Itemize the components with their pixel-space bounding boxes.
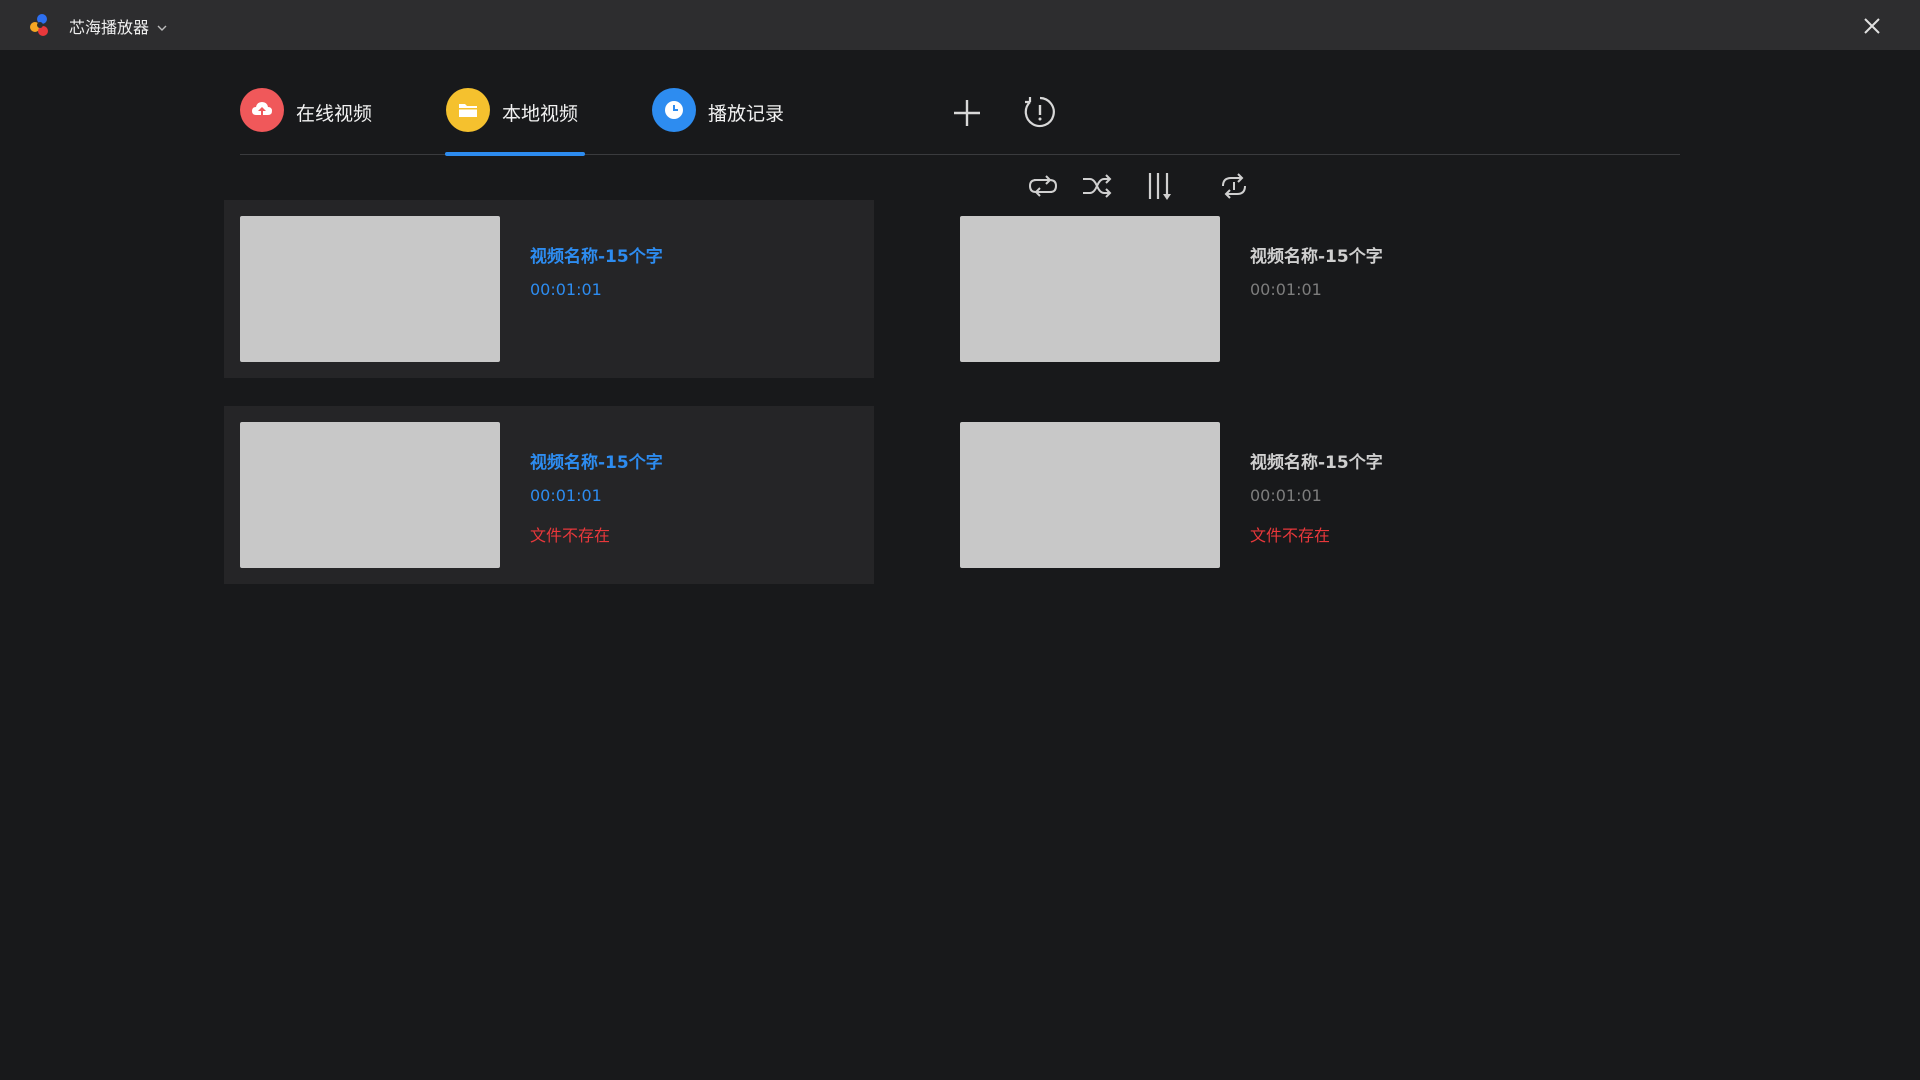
file-missing-status: 文件不存在 bbox=[1250, 526, 1331, 545]
chevron-down-icon[interactable] bbox=[156, 19, 168, 31]
tab-history-label: 播放记录 bbox=[708, 103, 785, 125]
video-name: 视频名称-15个字 bbox=[1250, 247, 1383, 267]
app-title[interactable]: 芯海播放器 bbox=[69, 14, 149, 38]
video-card[interactable]: 视频名称-15个字 00:01:01 文件不存在 bbox=[224, 406, 874, 584]
clock-icon bbox=[652, 88, 696, 132]
video-thumbnail[interactable] bbox=[960, 216, 1220, 362]
video-duration: 00:01:01 bbox=[530, 280, 602, 299]
active-tab-indicator bbox=[445, 152, 585, 156]
close-icon[interactable] bbox=[1858, 12, 1886, 40]
title-bar: 芯海播放器 bbox=[0, 0, 1920, 50]
plus-icon[interactable] bbox=[950, 96, 984, 130]
tab-play-history[interactable]: 播放记录 bbox=[652, 88, 784, 158]
tab-online-label: 在线视频 bbox=[296, 103, 373, 125]
tab-local-video[interactable]: 本地视频 bbox=[446, 88, 578, 158]
order-icon[interactable] bbox=[1145, 170, 1179, 202]
folder-icon bbox=[446, 88, 490, 132]
video-duration: 00:01:01 bbox=[1250, 280, 1322, 299]
video-name: 视频名称-15个字 bbox=[1250, 453, 1383, 473]
video-card[interactable]: 视频名称-15个字 00:01:01 bbox=[224, 200, 874, 378]
tab-online-video[interactable]: 在线视频 bbox=[240, 88, 372, 158]
video-name: 视频名称-15个字 bbox=[530, 247, 663, 267]
video-name: 视频名称-15个字 bbox=[530, 453, 663, 473]
video-thumbnail[interactable] bbox=[960, 422, 1220, 568]
video-duration: 00:01:01 bbox=[530, 486, 602, 505]
app-logo-icon bbox=[27, 12, 53, 38]
video-thumbnail[interactable] bbox=[240, 216, 500, 362]
video-card[interactable]: 视频名称-15个字 00:01:01 bbox=[944, 200, 1594, 378]
loop-icon[interactable] bbox=[1026, 170, 1060, 202]
cloud-upload-icon bbox=[240, 88, 284, 132]
file-missing-status: 文件不存在 bbox=[530, 526, 611, 545]
tab-local-label: 本地视频 bbox=[502, 103, 579, 125]
single-loop-icon[interactable] bbox=[1217, 170, 1251, 202]
video-card[interactable]: 视频名称-15个字 00:01:01 文件不存在 bbox=[944, 406, 1594, 584]
info-icon[interactable] bbox=[1022, 94, 1058, 130]
video-duration: 00:01:01 bbox=[1250, 486, 1322, 505]
shuffle-icon[interactable] bbox=[1080, 170, 1114, 202]
video-thumbnail[interactable] bbox=[240, 422, 500, 568]
